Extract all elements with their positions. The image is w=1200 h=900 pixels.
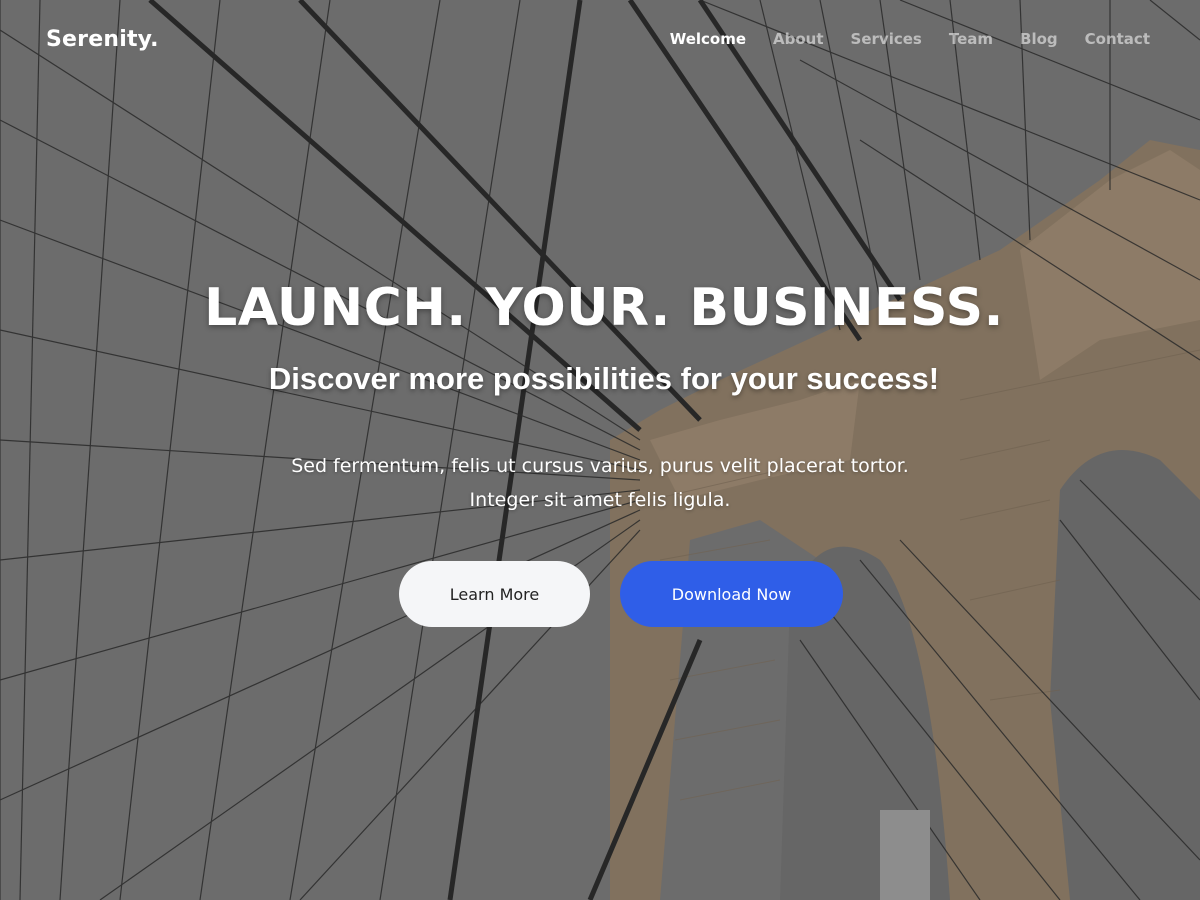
hero-subheadline: Discover more possibilities for your suc…: [268, 361, 940, 396]
hero-description-line-2: Integer sit amet felis ligula.: [469, 489, 731, 511]
hero-description: Sed fermentum, felis ut cursus varius, p…: [0, 449, 1200, 517]
learn-more-button[interactable]: Learn More: [399, 561, 590, 627]
hero-description-line-1: Sed fermentum, felis ut cursus varius, p…: [291, 455, 909, 477]
hero-headline: LAUNCH. YOUR. BUSINESS.: [204, 278, 1004, 338]
hero-section: Serenity. Welcome About Services Team Bl…: [0, 0, 1200, 900]
download-now-button[interactable]: Download Now: [620, 561, 843, 627]
hero-content: LAUNCH. YOUR. BUSINESS. Discover more po…: [0, 0, 1200, 900]
